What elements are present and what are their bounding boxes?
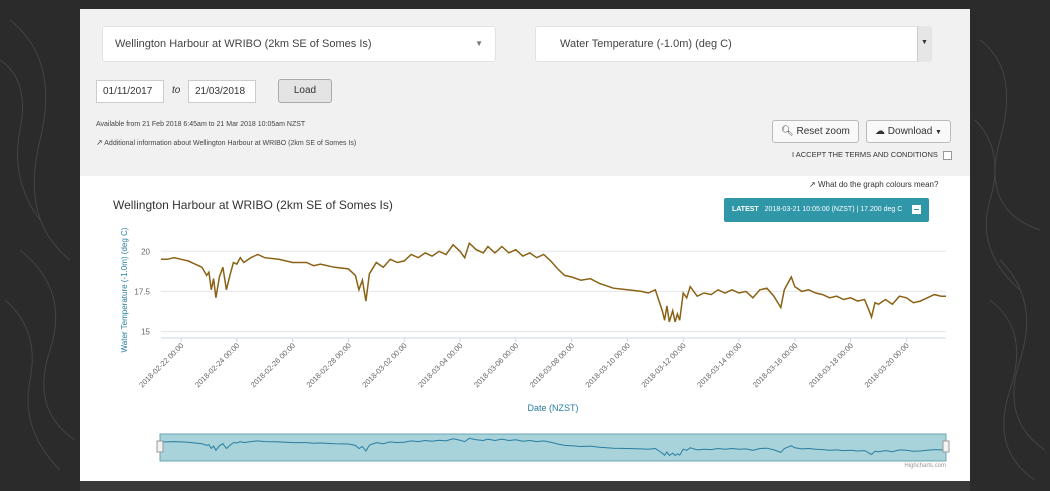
x-tick-label: 2018-02-28 00:00 [305, 341, 353, 389]
y-axis-label: Water Temperature (-1.0m) (deg C) [120, 227, 129, 352]
line-chart: 15 17.5 20 2018-02-22 00:00 2018-02-24 00:0… [120, 227, 950, 469]
y-tick-label: 17.5 [134, 287, 150, 296]
x-tick-label: 2018-02-24 00:00 [193, 341, 241, 389]
x-axis-label: Date (NZST) [527, 403, 578, 413]
x-tick-label: 2018-03-04 00:00 [416, 341, 464, 389]
x-tick-label: 2018-03-12 00:00 [639, 341, 687, 389]
x-tick-label: 2018-02-22 00:00 [137, 341, 185, 389]
series-line [161, 241, 946, 323]
x-tick-label: 2018-03-02 00:00 [360, 341, 408, 389]
footer-strip [80, 481, 970, 491]
x-tick-label: 2018-03-06 00:00 [472, 341, 520, 389]
y-tick-label: 20 [141, 247, 150, 256]
highcharts-credit[interactable]: Highcharts.com [904, 463, 946, 469]
x-tick-label: 2018-03-18 00:00 [807, 341, 855, 389]
x-tick-label: 2018-02-26 00:00 [249, 341, 297, 389]
x-tick-label: 2018-03-08 00:00 [528, 341, 576, 389]
navigator[interactable] [156, 433, 950, 462]
y-tick-label: 15 [141, 328, 150, 337]
x-tick-label: 2018-03-10 00:00 [584, 341, 632, 389]
navigator-window[interactable] [159, 433, 947, 462]
navigator-left-handle[interactable] [156, 440, 164, 453]
x-tick-label: 2018-03-20 00:00 [863, 341, 911, 389]
x-tick-label: 2018-03-16 00:00 [751, 341, 799, 389]
navigator-right-handle[interactable] [942, 440, 950, 453]
x-tick-label: 2018-03-14 00:00 [695, 341, 743, 389]
